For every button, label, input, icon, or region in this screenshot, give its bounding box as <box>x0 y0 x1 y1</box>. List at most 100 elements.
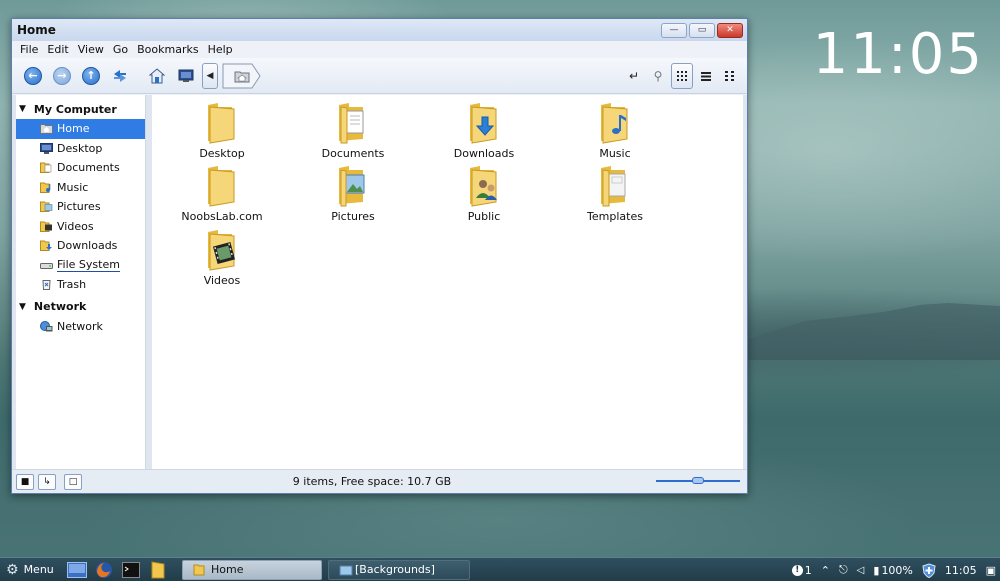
alert-icon: ! <box>791 564 803 576</box>
menu-go[interactable]: Go <box>109 43 133 56</box>
system-tray: ! 1 ⌃ ⎋ ◁ ▮ 100% 11:05 ▣ <box>783 558 1000 581</box>
list-view-button[interactable] <box>695 63 717 89</box>
reload-button[interactable] <box>107 63 133 89</box>
sidebar-item-videos[interactable]: Videos <box>16 217 145 237</box>
forward-button[interactable]: → <box>49 63 75 89</box>
sidebar-item-file-system[interactable]: File System <box>16 256 145 276</box>
folder-icon <box>40 182 51 193</box>
folder-icon <box>40 240 52 252</box>
close-button[interactable]: ✕ <box>717 22 743 38</box>
show-desktop-tray-button[interactable]: ▣ <box>986 564 996 577</box>
zoom-slider-knob[interactable] <box>692 477 704 484</box>
home-icon <box>40 124 53 135</box>
compact-view-button[interactable] <box>719 63 741 89</box>
menu-help[interactable]: Help <box>204 43 238 56</box>
zoom-slider[interactable] <box>656 477 740 484</box>
launcher-show-desktop[interactable] <box>67 561 87 579</box>
file-item-templates[interactable]: Templates <box>560 162 670 223</box>
icon-view-icon <box>677 71 687 81</box>
file-item-downloads[interactable]: Downloads <box>429 99 539 160</box>
launcher-files[interactable] <box>148 560 168 579</box>
up-icon: ↑ <box>82 66 100 85</box>
file-label: Public <box>467 210 501 223</box>
file-item-documents[interactable]: Documents <box>298 99 408 160</box>
menu-bar: File Edit View Go Bookmarks Help <box>12 41 747 58</box>
sidebar-item-network[interactable]: Network <box>16 317 145 337</box>
sidebar-item-music[interactable]: Music <box>16 178 145 198</box>
file-label: Desktop <box>199 147 245 160</box>
file-item-videos[interactable]: Videos <box>167 226 277 287</box>
file-item-music[interactable]: Music <box>560 99 670 160</box>
sidebar-item-label: Desktop <box>57 141 103 155</box>
network-icon <box>40 320 53 332</box>
sidebar-section-my-computer[interactable]: ▼ My Computer <box>16 99 145 119</box>
folder-icon <box>208 103 235 144</box>
file-item-noobslab[interactable]: NoobsLab.com <box>167 162 277 223</box>
expand-triangle-icon: ▼ <box>19 104 26 114</box>
file-item-desktop[interactable]: Desktop <box>167 99 277 160</box>
public-folder-icon <box>470 166 497 207</box>
network-icon: ⎋ <box>838 563 848 576</box>
task-backgrounds[interactable]: [Backgrounds] <box>328 559 470 580</box>
file-item-pictures[interactable]: Pictures <box>298 162 408 223</box>
terminal-icon <box>122 561 140 578</box>
content-area: ▼ My Computer Home Desktop Documents Musi… <box>12 95 747 469</box>
file-view: Desktop Documents Downloads Music NoobsL… <box>152 95 743 469</box>
menu-button[interactable]: ⚙ Menu <box>0 562 60 578</box>
home-icon <box>148 67 166 83</box>
menu-file[interactable]: File <box>16 43 43 56</box>
sidebar-item-label: Network <box>57 319 103 333</box>
network-tray-button[interactable]: ⎋ <box>839 563 848 577</box>
sidebar-item-documents[interactable]: Documents <box>16 158 145 178</box>
breadcrumb-home[interactable] <box>222 63 262 89</box>
path-back-icon: ◀ <box>206 70 214 81</box>
sidebar-item-home[interactable]: Home <box>16 119 145 139</box>
sidebar-item-label: Trash <box>57 278 87 292</box>
task-home[interactable]: Home <box>182 559 322 580</box>
up-button[interactable]: ↑ <box>78 63 104 89</box>
search-button[interactable]: ⚲ <box>647 63 669 89</box>
taskbar-clock[interactable]: 11:05 <box>945 564 977 577</box>
sidebar-section-network[interactable]: ▼ Network <box>16 297 145 317</box>
computer-button[interactable] <box>173 63 199 89</box>
menu-bookmarks[interactable]: Bookmarks <box>133 43 203 56</box>
notifications-indicator[interactable]: ! 1 <box>791 563 812 577</box>
sidebar-item-label: Documents <box>57 161 120 175</box>
open-terminal-button[interactable]: ↵ <box>623 63 645 89</box>
minimize-button[interactable]: — <box>661 22 687 38</box>
notifications-count: 1 <box>804 563 812 577</box>
launcher-terminal[interactable] <box>121 561 141 579</box>
file-item-public[interactable]: Public <box>429 162 539 223</box>
clock-text: 11:05 <box>944 563 977 577</box>
security-tray-button[interactable] <box>922 562 936 578</box>
forward-icon: → <box>53 66 71 85</box>
icon-view-button[interactable] <box>671 63 693 89</box>
path-back-button[interactable]: ◀ <box>202 62 218 89</box>
folder-icon <box>40 201 53 213</box>
folder-icon <box>208 166 235 207</box>
show-desktop-icon <box>67 561 87 578</box>
title-bar[interactable]: Home — ▭ ✕ <box>12 19 747 41</box>
sidebar-item-label: Downloads <box>57 239 118 253</box>
firefox-icon <box>96 561 112 578</box>
maximize-button[interactable]: ▭ <box>689 22 715 38</box>
tray-expand-button[interactable]: ⌃ <box>821 564 830 577</box>
chevron-up-icon: ⌃ <box>820 563 830 577</box>
launcher-firefox[interactable] <box>94 561 114 579</box>
sidebar-item-downloads[interactable]: Downloads <box>16 236 145 256</box>
desktop-clock: 11:05 <box>812 22 984 87</box>
menu-view[interactable]: View <box>74 43 109 56</box>
file-label: Documents <box>321 147 385 160</box>
battery-indicator[interactable]: ▮ 100% <box>873 564 913 577</box>
sidebar-item-label: File System <box>57 258 120 273</box>
sidebar-item-desktop[interactable]: Desktop <box>16 139 145 159</box>
menu-edit[interactable]: Edit <box>43 43 73 56</box>
sidebar-item-pictures[interactable]: Pictures <box>16 197 145 217</box>
back-button[interactable]: ← <box>20 63 46 89</box>
sidebar-item-trash[interactable]: Trash <box>16 275 145 295</box>
file-label: NoobsLab.com <box>181 210 263 223</box>
home-button[interactable] <box>144 63 170 89</box>
volume-tray-button[interactable]: ◁ <box>857 565 865 576</box>
image-folder-icon <box>339 565 353 575</box>
sidebar-item-label: Music <box>57 180 89 194</box>
